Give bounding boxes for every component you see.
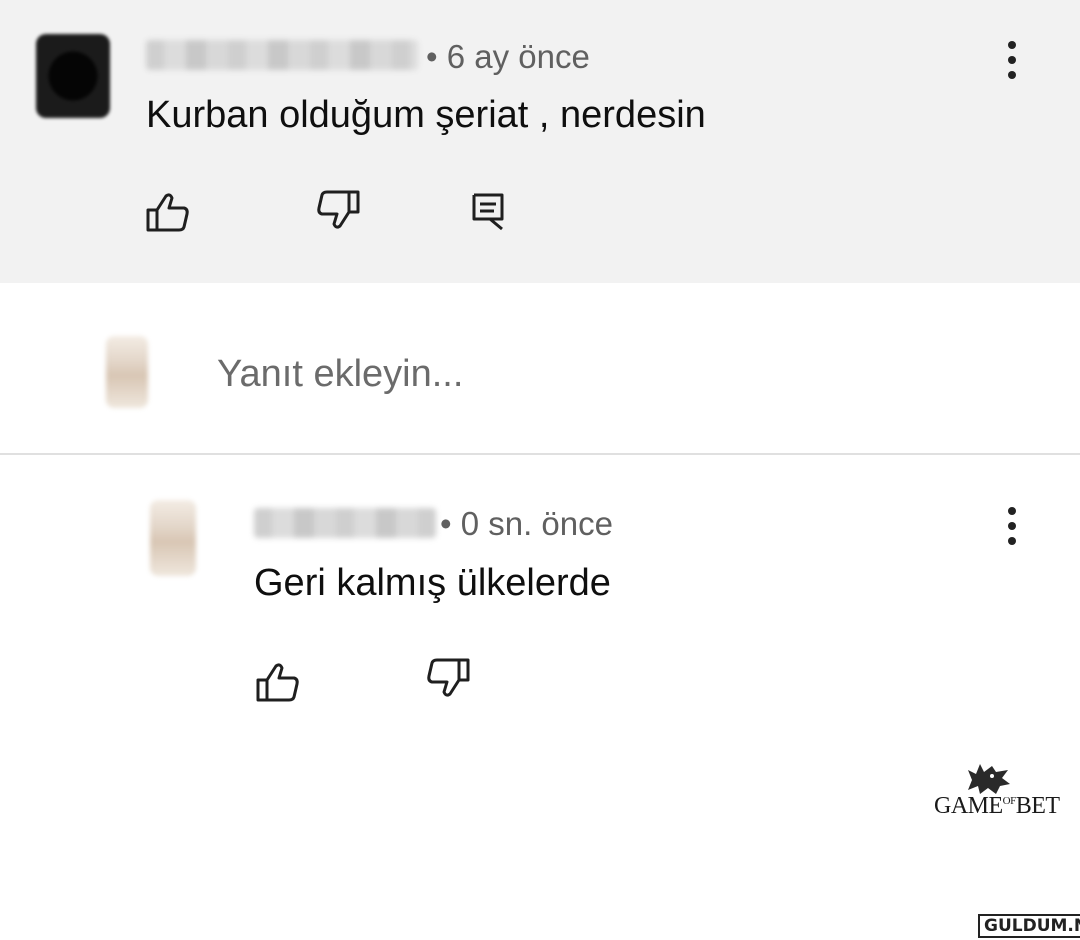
reply-avatar[interactable]	[150, 500, 196, 576]
commenter-avatar[interactable]	[36, 34, 110, 118]
reply-author-name-redacted	[254, 508, 436, 538]
comment-thread-parent: • 6 ay önce Kurban olduğum şeriat , nerd…	[0, 0, 1080, 283]
divider	[0, 453, 1080, 455]
reply-dislike-button[interactable]	[418, 648, 478, 708]
reply-timestamp: • 0 sn. önce	[440, 505, 613, 542]
comment-menu-button[interactable]	[992, 30, 1032, 90]
reply-button[interactable]	[458, 181, 518, 241]
comment-reply-icon	[472, 193, 504, 231]
more-vertical-icon	[1008, 507, 1016, 545]
more-vertical-icon	[1008, 41, 1016, 79]
dislike-button[interactable]	[308, 180, 368, 240]
comment-text: Kurban olduğum şeriat , nerdesin	[146, 94, 706, 136]
thumbs-down-icon	[317, 190, 360, 229]
thumbs-up-icon	[256, 663, 299, 702]
current-user-avatar	[106, 336, 148, 408]
thumbs-down-icon	[427, 658, 470, 697]
like-button[interactable]	[138, 182, 198, 242]
thumbs-up-icon	[146, 193, 189, 232]
site-watermark: GULDUM.NET	[978, 914, 1080, 938]
reply-menu-button[interactable]	[992, 496, 1032, 556]
comment-timestamp: • 6 ay önce	[426, 38, 590, 75]
brand-watermark: GAMEOFBET	[934, 793, 1060, 819]
reply-like-button[interactable]	[248, 652, 308, 712]
commenter-name-redacted	[146, 40, 418, 70]
reply-text: Geri kalmış ülkelerde	[254, 562, 611, 604]
reply-input[interactable]: Yanıt ekleyin...	[217, 353, 463, 396]
